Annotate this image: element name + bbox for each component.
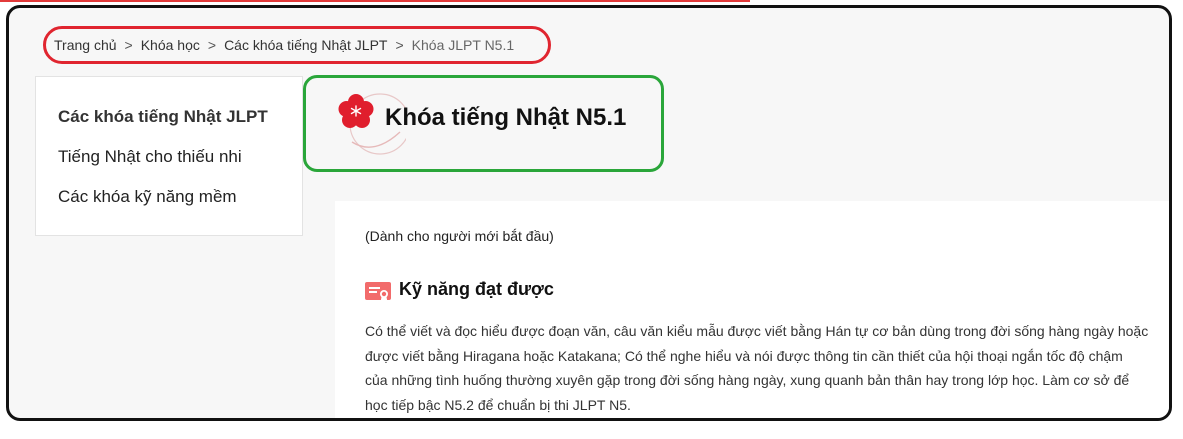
description-line: Có thể viết và đọc hiểu được đoạn văn, c… xyxy=(365,323,1149,339)
sidebar-item-soft-skills[interactable]: Các khóa kỹ năng mềm xyxy=(36,185,302,225)
breadcrumb-separator: > xyxy=(395,37,404,53)
page-frame: Trang chủ > Khóa học > Các khóa tiếng Nh… xyxy=(6,5,1172,421)
section-title-skills: Kỹ năng đạt được xyxy=(399,279,554,299)
breadcrumb-courses-link[interactable]: Khóa học xyxy=(141,37,200,53)
breadcrumb-jlpt-link[interactable]: Các khóa tiếng Nhật JLPT xyxy=(224,37,387,53)
breadcrumb-separator: > xyxy=(207,37,217,53)
course-content: (Dành cho người mới bắt đầu) Kỹ năng đạt… xyxy=(335,201,1169,418)
title-box: Khóa tiếng Nhật N5.1 xyxy=(303,75,664,172)
breadcrumb: Trang chủ > Khóa học > Các khóa tiếng Nh… xyxy=(43,26,551,64)
breadcrumb-current: Khóa JLPT N5.1 xyxy=(411,37,515,53)
page-title: Khóa tiếng Nhật N5.1 xyxy=(385,104,627,131)
top-red-strip xyxy=(0,0,750,2)
breadcrumb-separator: > xyxy=(124,37,133,53)
course-subtitle: (Dành cho người mới bắt đầu) xyxy=(365,228,554,244)
sidebar-item-jlpt-courses[interactable]: Các khóa tiếng Nhật JLPT xyxy=(36,105,302,145)
certificate-icon xyxy=(365,282,391,302)
breadcrumb-home-link[interactable]: Trang chủ xyxy=(54,37,117,53)
description-line: của những tình huống thường xuyên gặp tr… xyxy=(365,372,1130,388)
sidebar: Các khóa tiếng Nhật JLPT Tiếng Nhật cho … xyxy=(35,76,303,236)
course-description: Có thể viết và đọc hiểu được đoạn văn, c… xyxy=(365,319,1169,417)
description-line: được viết bằng Hiragana hoặc Katakana; C… xyxy=(365,347,1123,364)
description-line: học tiếp bậc N5.2 để chuẩn bị thi JLPT N… xyxy=(365,396,631,413)
sidebar-item-kids-japanese[interactable]: Tiếng Nhật cho thiếu nhi xyxy=(36,145,302,185)
